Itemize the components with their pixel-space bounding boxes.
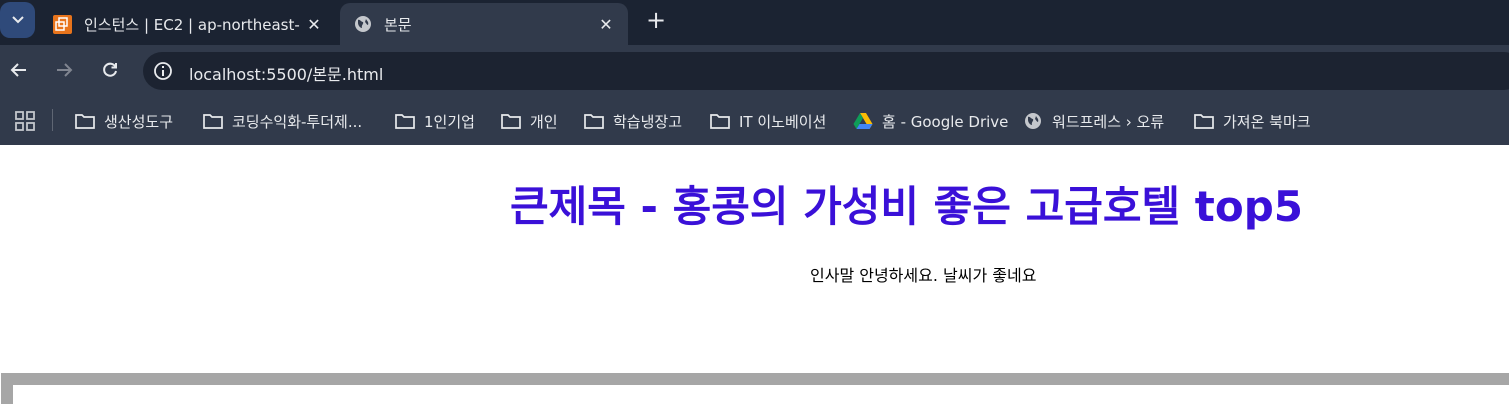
bookmarks-bar: 생산성도구 코딩수익화-투더제... 1인기업 개인 학습냉장고 IT 이노베이… bbox=[0, 97, 1509, 145]
bookmark-google-drive[interactable]: 홈 - Google Drive bbox=[852, 109, 1008, 133]
chevron-down-icon bbox=[11, 16, 24, 24]
bookmark-folder-it-innovation[interactable]: IT 이노베이션 bbox=[709, 109, 826, 133]
folder-icon bbox=[583, 111, 605, 131]
reload-button[interactable] bbox=[95, 55, 125, 85]
tab-bonmun[interactable]: 본문 ✕ bbox=[340, 3, 628, 45]
globe-icon bbox=[1022, 111, 1044, 131]
browser-toolbar: localhost:5500/본문.html bbox=[0, 45, 1509, 97]
new-tab-button[interactable]: + bbox=[642, 6, 670, 34]
folder-icon bbox=[1193, 111, 1215, 131]
site-info-icon[interactable] bbox=[153, 61, 173, 81]
tab-title: 인스턴스 | EC2 | ap-northeast- bbox=[84, 15, 300, 34]
bookmark-label: 코딩수익화-투더제... bbox=[232, 112, 363, 131]
bookmark-label: 학습냉장고 bbox=[613, 112, 683, 131]
reload-icon bbox=[103, 62, 117, 77]
folder-icon bbox=[394, 111, 416, 131]
folder-icon bbox=[500, 111, 522, 131]
bookmark-folder-coding[interactable]: 코딩수익화-투더제... bbox=[202, 109, 362, 133]
bookmark-folder-solo-business[interactable]: 1인기업 bbox=[394, 109, 475, 133]
bookmark-folder-learning[interactable]: 학습냉장고 bbox=[583, 109, 682, 133]
bookmark-label: IT 이노베이션 bbox=[739, 112, 827, 131]
google-drive-icon bbox=[852, 111, 874, 131]
tab-title: 본문 bbox=[384, 15, 412, 34]
bookmark-label: 개인 bbox=[530, 112, 558, 131]
bookmark-wordpress-error[interactable]: 워드프레스 › 오류 bbox=[1022, 109, 1164, 133]
aws-ec2-icon bbox=[53, 14, 72, 34]
arrow-left-icon bbox=[10, 63, 26, 77]
arrow-right-icon bbox=[57, 63, 73, 77]
bookmark-label: 가져온 북마크 bbox=[1223, 112, 1311, 131]
apps-grid-icon[interactable] bbox=[14, 110, 36, 132]
tab-ec2-instances[interactable]: 인스턴스 | EC2 | ap-northeast- ✕ bbox=[40, 3, 336, 45]
bookmark-folder-imported[interactable]: 가져온 북마크 bbox=[1193, 109, 1311, 133]
bookmark-folder-productivity[interactable]: 생산성도구 bbox=[74, 109, 173, 133]
page-heading: 큰제목 - 홍콩의 가성비 좋은 고급호텔 top5 bbox=[510, 182, 1303, 231]
globe-icon bbox=[353, 15, 372, 34]
url-text[interactable]: localhost:5500/본문.html bbox=[189, 61, 383, 85]
bookmarks-separator bbox=[52, 109, 53, 131]
tab-search-button[interactable] bbox=[0, 2, 35, 38]
content-frame bbox=[1, 373, 1509, 404]
bookmark-label: 1인기업 bbox=[424, 112, 475, 131]
folder-icon bbox=[74, 111, 96, 131]
bookmark-label: 홈 - Google Drive bbox=[882, 112, 1009, 131]
close-tab-icon[interactable]: ✕ bbox=[300, 15, 328, 34]
close-tab-icon[interactable]: ✕ bbox=[592, 15, 620, 34]
folder-icon bbox=[709, 111, 731, 131]
greeting-text: 인사말 안녕하세요. 날씨가 좋네요 bbox=[810, 266, 1037, 285]
bookmark-label: 생산성도구 bbox=[104, 112, 174, 131]
folder-icon bbox=[202, 111, 224, 131]
address-bar[interactable]: localhost:5500/본문.html bbox=[143, 52, 1509, 90]
tab-strip: 인스턴스 | EC2 | ap-northeast- ✕ 본문 ✕ + bbox=[0, 0, 1509, 45]
back-button[interactable] bbox=[4, 55, 34, 85]
bookmark-label: 워드프레스 › 오류 bbox=[1052, 112, 1165, 131]
forward-button[interactable] bbox=[49, 55, 79, 85]
bookmark-folder-personal[interactable]: 개인 bbox=[500, 109, 558, 133]
